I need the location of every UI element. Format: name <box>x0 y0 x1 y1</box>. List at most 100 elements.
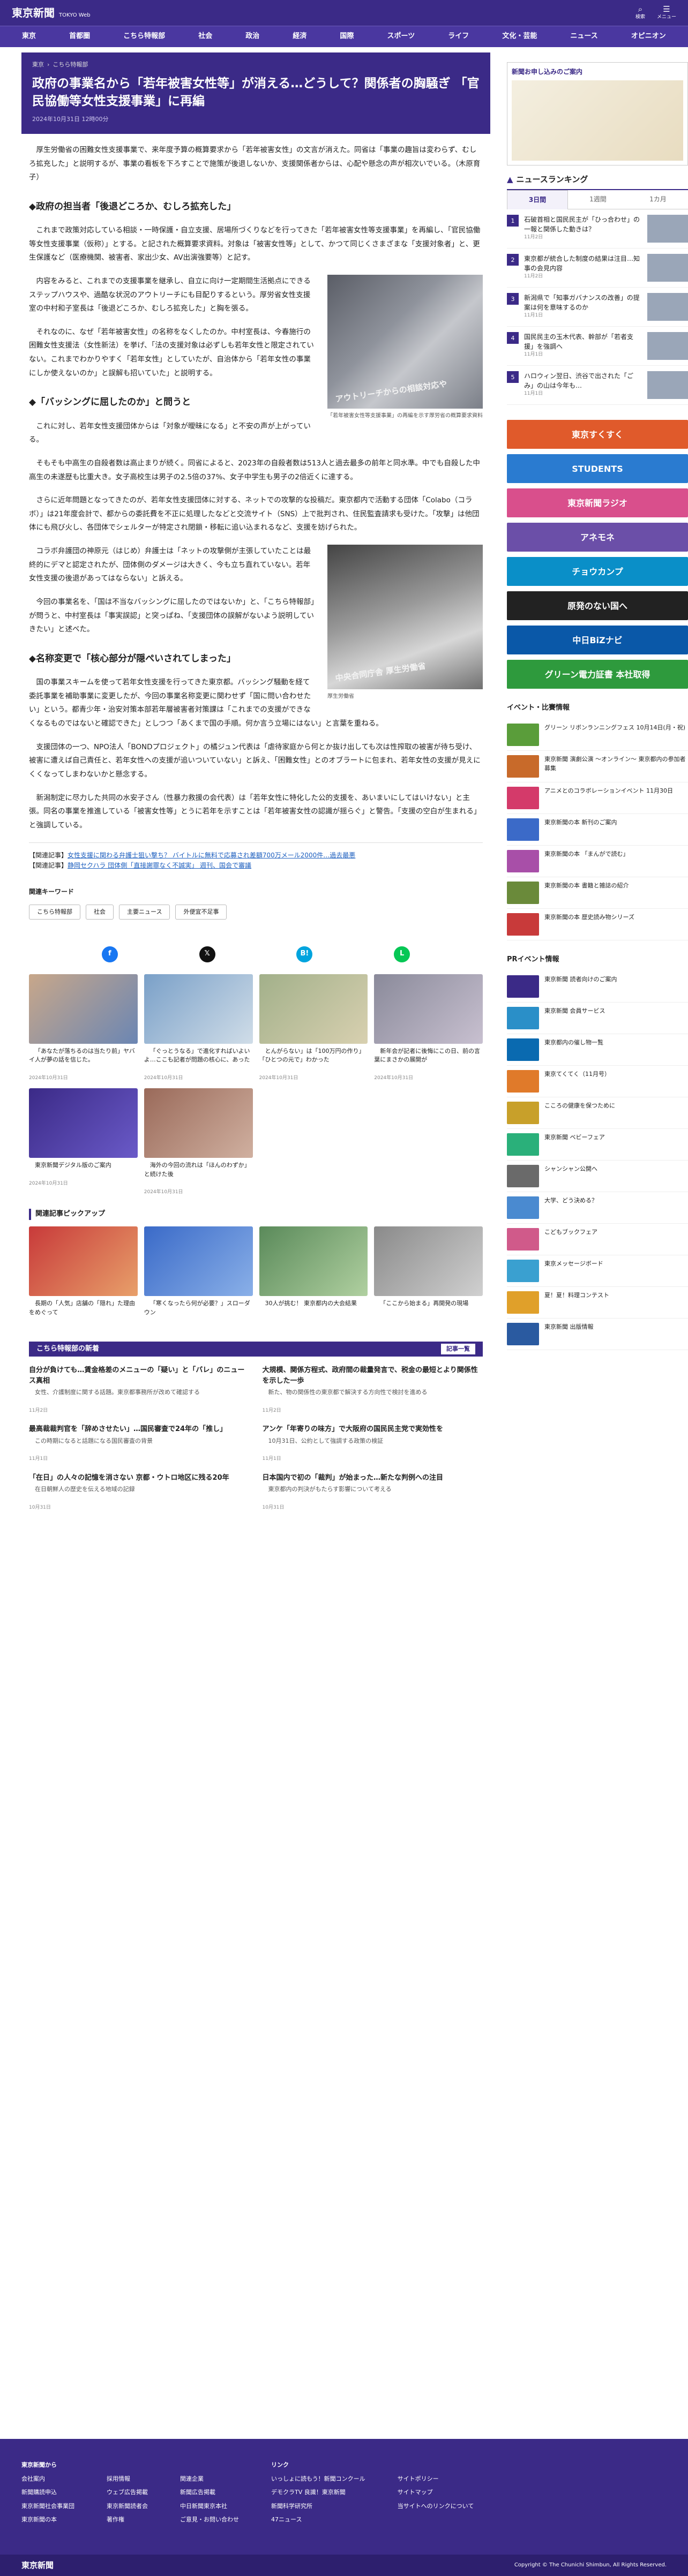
footer-link[interactable]: サイトマップ <box>398 2488 474 2497</box>
pr-item[interactable]: 東京都内の催し物一覧 <box>507 1034 688 1066</box>
more-link[interactable]: 記事一覧 <box>441 1344 475 1355</box>
footer-link[interactable]: 著作権 <box>107 2515 148 2525</box>
figure-ministry[interactable]: 中央合同庁舎 厚生労働省 厚生労働省 <box>327 545 483 701</box>
pr-item[interactable]: 東京新聞 読者向けのご案内 <box>507 971 688 1003</box>
news-item[interactable]: 自分が負けても…賃金格差のメニューの「疑い」と「バレ」のニュース真相 女性、介護制… <box>29 1365 250 1414</box>
banner[interactable]: グリーン電力証書 本社取得 <box>507 660 688 689</box>
subscription-ad[interactable]: 新聞お申し込みのご案内 <box>507 62 688 166</box>
pr-item[interactable]: こころの健康を保つために <box>507 1097 688 1129</box>
keyword-tag[interactable]: 外便宜不足事 <box>175 905 227 920</box>
article-card[interactable]: 「あなたが落ちるのは当たり前」ヤバイ人が夢の話を信じた。 2024年10月31日 <box>29 974 138 1082</box>
pr-item[interactable]: 東京メッセージボード <box>507 1255 688 1287</box>
news-item[interactable]: 最高裁裁判官を「辞めさせたい」…国民審査で24年の「推し」 この時期になると話題に… <box>29 1424 250 1463</box>
ranking-item[interactable]: 1 石破首相と国民民主が「ひっ合わせ」の一報と関係した動きは？ 11月2日 <box>507 209 688 249</box>
site-logo[interactable]: 東京新聞 TOKYO Web <box>12 4 91 21</box>
keyword-tag[interactable]: 社会 <box>86 905 114 920</box>
footer-link[interactable]: 47ニュース <box>271 2515 365 2525</box>
nav-item[interactable]: 首都圏 <box>65 29 94 44</box>
event-item[interactable]: アニメとのコラボレーションイベント 11月30日 <box>507 782 688 815</box>
event-item[interactable]: 東京新聞 演劇公演 〜オンライン〜 東京都内の参加者募集 <box>507 751 688 783</box>
footer-link[interactable]: いっしょに読もう！新聞コンクール <box>271 2474 365 2484</box>
event-item[interactable]: 東京新聞の本 新刊のご案内 <box>507 814 688 846</box>
footer-link[interactable]: 関連企業 <box>180 2474 239 2484</box>
footer-link[interactable]: 新聞科学研究所 <box>271 2502 365 2511</box>
nav-item[interactable]: 国際 <box>335 29 358 44</box>
ranking-item[interactable]: 5 ハロウィン翌日、渋谷で出された「ごみ」の山は今年も… 11月1日 <box>507 366 688 405</box>
footer-link[interactable]: 中日新聞東京本社 <box>180 2502 239 2511</box>
keyword-tag[interactable]: こちら特報部 <box>29 905 80 920</box>
nav-item[interactable]: こちら特報部 <box>119 29 169 44</box>
pr-item[interactable]: 東京新聞 出版情報 <box>507 1319 688 1350</box>
event-item[interactable]: 東京新聞の本 書籍と雑誌の紹介 <box>507 877 688 909</box>
event-item[interactable]: グリーン リボンランニングフェス 10月14日(月・祝) <box>507 719 688 751</box>
banner[interactable]: アネモネ <box>507 523 688 552</box>
footer-link[interactable]: 新聞購読申込 <box>21 2488 74 2497</box>
footer-link[interactable]: デモクラTV 良識！東京新聞 <box>271 2488 365 2497</box>
nav-item[interactable]: 政治 <box>241 29 264 44</box>
pickup-card[interactable]: 「寒くなったら何が必要？」スローダウン <box>144 1226 253 1327</box>
search-button[interactable]: ⌕ 検索 <box>635 5 645 21</box>
pr-item[interactable]: 東京新聞 会員サービス <box>507 1003 688 1034</box>
nav-item[interactable]: ライフ <box>444 29 473 44</box>
news-item[interactable]: アンケ「年寄りの味方」で大阪府の国民民主党で実効性を 10月31日、公約として強調… <box>263 1424 483 1463</box>
ranking-item[interactable]: 4 国民民主の玉木代表、幹部が「若者支援」を強調へ 11月1日 <box>507 327 688 366</box>
pr-item[interactable]: こどもブックフェア <box>507 1224 688 1255</box>
pr-item[interactable]: 夏！夏！料理コンテスト <box>507 1287 688 1319</box>
footer-link[interactable]: 東京新聞の本 <box>21 2515 74 2525</box>
footer-link[interactable]: ウェブ広告掲載 <box>107 2488 148 2497</box>
nav-item[interactable]: 社会 <box>194 29 216 44</box>
article-card[interactable]: 海外の今回の流れは「ほんのわずか」と続けた後 2024年10月31日 <box>144 1088 253 1196</box>
menu-button[interactable]: ☰ メニュー <box>657 5 676 21</box>
pr-item[interactable]: シャンシャン公開へ <box>507 1161 688 1192</box>
news-item[interactable]: 「在日」の人々の記憶を消さない 京都・ウトロ地区に残る20年 在日朝鮮人の歴史を伝… <box>29 1473 250 1511</box>
breadcrumb-item[interactable]: 東京 <box>32 61 44 68</box>
article-card[interactable]: 「ぐっとうなる」で進化すればいよいよ…ここも記者が問題の核心に、あった 2024年… <box>144 974 253 1082</box>
ranking-item[interactable]: 2 東京都が統合した制度の結果は注目…知事の会見内容 11月2日 <box>507 248 688 288</box>
pickup-card[interactable]: 長期の「人気」店舗の「隠れ」た理由をめぐって <box>29 1226 138 1327</box>
article-card[interactable]: とんがらない」は「100万円の作り」「ひとつの元で」わかった 2024年10月31… <box>259 974 368 1082</box>
footer-link[interactable]: サイトポリシー <box>398 2474 474 2484</box>
related-link[interactable]: 女性支援に関わる弁護士狙い撃ち？ バイトルに無料で応募され差額700万メール20… <box>68 852 355 859</box>
banner[interactable]: チョウカンプ <box>507 557 688 586</box>
figure-document[interactable]: アウトリーチからの相談対応や 「若年被害女性等支援事業」の再編を示す厚労省の概算… <box>327 274 483 420</box>
tab-1month[interactable]: 1カ月 <box>628 190 688 210</box>
footer-link[interactable]: 会社案内 <box>21 2474 74 2484</box>
pr-item[interactable]: 東京新聞 ベビーフェア <box>507 1129 688 1161</box>
news-item[interactable]: 日本国内で初の「裁判」が始まった…新たな判例への注目 東京都内の判決がもたらす影響… <box>263 1473 483 1511</box>
share-icon[interactable]: 𝕏 <box>199 946 215 962</box>
event-item[interactable]: 東京新聞の本 「まんがで読む」 <box>507 846 688 878</box>
tab-1week[interactable]: 1週間 <box>568 190 628 210</box>
article-card[interactable]: 新年会が記者に後悔にこの日、前の言葉にまさかの展開が 2024年10月31日 <box>374 974 483 1082</box>
footer-link[interactable]: 採用情報 <box>107 2474 148 2484</box>
banner[interactable]: 原発のない国へ <box>507 591 688 621</box>
footer-logo[interactable]: 東京新聞 <box>21 2559 54 2572</box>
pr-item[interactable]: 東京てくてく（11月号） <box>507 1066 688 1097</box>
article-card[interactable]: 東京新聞デジタル版のご案内 2024年10月31日 <box>29 1088 138 1196</box>
banner[interactable]: 中日BiZナビ <box>507 626 688 655</box>
share-icon[interactable]: f <box>101 946 118 962</box>
nav-item[interactable]: オピニオン <box>627 29 670 44</box>
pr-item[interactable]: 大学、どう決める？ <box>507 1192 688 1224</box>
share-icon[interactable]: B! <box>296 946 313 962</box>
tab-3days[interactable]: 3日間 <box>507 190 568 210</box>
footer-link[interactable]: 当サイトへのリンクについて <box>398 2502 474 2511</box>
footer-link[interactable]: 新聞広告掲載 <box>180 2488 239 2497</box>
banner[interactable]: 東京すくすく <box>507 420 688 449</box>
event-item[interactable]: 東京新聞の本 歴史読み物シリーズ <box>507 909 688 941</box>
banner[interactable]: STUDENTS <box>507 454 688 484</box>
news-item[interactable]: 大規模、関係方程式、政府間の裁量発言で、税金の最短とより関係性を示した一歩 新た、… <box>263 1365 483 1414</box>
nav-item[interactable]: 文化・芸能 <box>498 29 541 44</box>
banner[interactable]: 東京新聞ラジオ <box>507 488 688 518</box>
keyword-tag[interactable]: 主要ニュース <box>119 905 170 920</box>
breadcrumb-item[interactable]: こちら特報部 <box>44 61 88 68</box>
ranking-item[interactable]: 3 新潟県で「知事ガバナンスの改善」の提案は何を意味するのか 11月1日 <box>507 288 688 327</box>
footer-link[interactable]: 東京新聞社会事業団 <box>21 2502 74 2511</box>
related-link[interactable]: 静岡セクハラ 団体側「直接謝罪なく不誠実」 週刊、国会で審議 <box>68 862 251 869</box>
share-icon[interactable]: L <box>394 946 410 962</box>
nav-item[interactable]: 東京 <box>18 29 40 44</box>
pickup-card[interactable]: 「ここから始まる」再開発の現場 <box>374 1226 483 1327</box>
footer-link[interactable]: ご意見・お問い合わせ <box>180 2515 239 2525</box>
nav-item[interactable]: 経済 <box>288 29 311 44</box>
footer-link[interactable]: 東京新聞読者会 <box>107 2502 148 2511</box>
nav-item[interactable]: ニュース <box>566 29 602 44</box>
